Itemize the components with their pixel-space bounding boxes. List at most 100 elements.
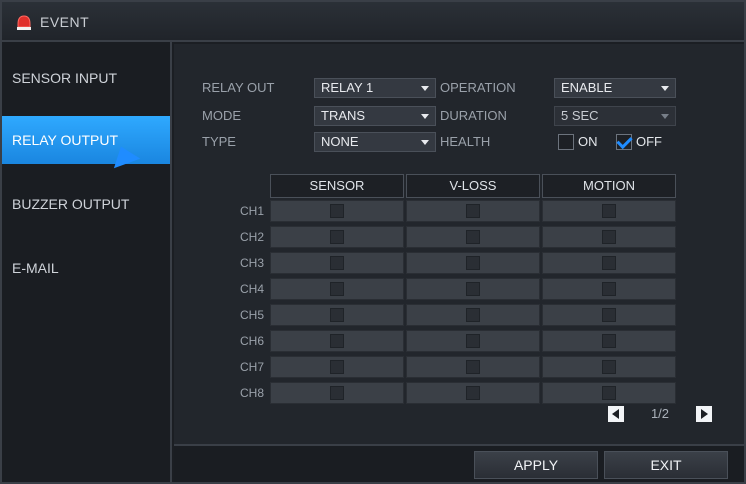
exit-button[interactable]: EXIT — [604, 451, 728, 479]
sidebar-item-relay-output[interactable]: RELAY OUTPUT — [2, 116, 170, 169]
checkbox[interactable] — [602, 360, 616, 374]
sidebar-item-label: RELAY OUTPUT — [12, 132, 119, 148]
checkbox[interactable] — [466, 256, 480, 270]
row-label-ch8: CH8 — [239, 386, 264, 400]
duration-value: 5 SEC — [561, 108, 599, 123]
row-label-ch7: CH7 — [239, 360, 264, 374]
checkbox[interactable] — [602, 334, 616, 348]
checkbox[interactable] — [602, 308, 616, 322]
cell-ch7-sensor[interactable] — [270, 356, 404, 378]
checkbox[interactable] — [466, 282, 480, 296]
operation-select[interactable]: ENABLE — [554, 78, 676, 98]
cell-ch7-motion[interactable] — [542, 356, 676, 378]
health-on-checkbox[interactable] — [558, 134, 574, 150]
cell-ch2-vloss[interactable] — [406, 226, 540, 248]
checkbox[interactable] — [466, 308, 480, 322]
duration-label: DURATION — [440, 108, 507, 123]
cell-ch6-vloss[interactable] — [406, 330, 540, 352]
cell-ch2-motion[interactable] — [542, 226, 676, 248]
apply-button[interactable]: APPLY — [474, 451, 598, 479]
relay-channel-table: SENSOR V-LOSS MOTION CH1 CH2 CH3 CH4 CH5… — [240, 174, 746, 410]
sidebar-item-label: SENSOR INPUT — [12, 70, 118, 86]
table-header-sensor: SENSOR — [270, 174, 404, 198]
checkbox[interactable] — [466, 334, 480, 348]
cell-ch7-vloss[interactable] — [406, 356, 540, 378]
pager-text: 1/2 — [650, 406, 670, 421]
type-select[interactable]: NONE — [314, 132, 436, 152]
table-header-motion: MOTION — [542, 174, 676, 198]
cell-ch8-vloss[interactable] — [406, 382, 540, 404]
cell-ch8-sensor[interactable] — [270, 382, 404, 404]
checkmark-icon — [616, 132, 633, 150]
sidebar-item-email[interactable]: E-MAIL — [2, 244, 170, 292]
pager-prev-button[interactable] — [608, 406, 624, 422]
chevron-down-icon — [421, 114, 429, 119]
health-off-label: OFF — [636, 134, 662, 149]
checkbox[interactable] — [602, 386, 616, 400]
cell-ch6-sensor[interactable] — [270, 330, 404, 352]
titlebar: EVENT — [2, 2, 744, 42]
cell-ch1-sensor[interactable] — [270, 200, 404, 222]
footer: APPLY EXIT — [174, 444, 744, 482]
pager-next-button[interactable] — [696, 406, 712, 422]
mode-select[interactable]: TRANS — [314, 106, 436, 126]
cell-ch1-vloss[interactable] — [406, 200, 540, 222]
operation-label: OPERATION — [440, 80, 516, 95]
cell-ch5-vloss[interactable] — [406, 304, 540, 326]
type-label: TYPE — [202, 134, 236, 149]
checkbox[interactable] — [466, 204, 480, 218]
sidebar-item-label: E-MAIL — [12, 260, 59, 276]
chevron-down-icon — [661, 86, 669, 91]
cell-ch8-motion[interactable] — [542, 382, 676, 404]
pager: 1/2 — [608, 406, 712, 426]
cell-ch6-motion[interactable] — [542, 330, 676, 352]
checkbox[interactable] — [330, 204, 344, 218]
alarm-siren-icon — [14, 12, 34, 32]
checkbox[interactable] — [602, 282, 616, 296]
cell-ch1-motion[interactable] — [542, 200, 676, 222]
health-off-checkbox[interactable] — [616, 132, 633, 150]
cell-ch4-vloss[interactable] — [406, 278, 540, 300]
cell-ch2-sensor[interactable] — [270, 226, 404, 248]
sidebar-item-label: BUZZER OUTPUT — [12, 196, 130, 212]
row-label-ch6: CH6 — [239, 334, 264, 348]
relay-out-value: RELAY 1 — [321, 80, 374, 95]
cell-ch5-motion[interactable] — [542, 304, 676, 326]
cell-ch3-sensor[interactable] — [270, 252, 404, 274]
checkbox[interactable] — [330, 308, 344, 322]
row-label-ch4: CH4 — [239, 282, 264, 296]
checkbox[interactable] — [602, 256, 616, 270]
checkbox[interactable] — [466, 230, 480, 244]
relay-out-select[interactable]: RELAY 1 — [314, 78, 436, 98]
cell-ch5-sensor[interactable] — [270, 304, 404, 326]
checkbox[interactable] — [330, 256, 344, 270]
sidebar-item-buzzer-output[interactable]: BUZZER OUTPUT — [2, 180, 170, 228]
chevron-down-icon — [421, 86, 429, 91]
checkbox[interactable] — [330, 360, 344, 374]
chevron-down-icon — [661, 114, 669, 119]
cell-ch3-vloss[interactable] — [406, 252, 540, 274]
checkbox[interactable] — [330, 386, 344, 400]
duration-select[interactable]: 5 SEC — [554, 106, 676, 126]
checkbox[interactable] — [330, 334, 344, 348]
checkbox[interactable] — [330, 282, 344, 296]
sidebar-item-sensor-input[interactable]: SENSOR INPUT — [2, 54, 170, 102]
checkbox[interactable] — [602, 230, 616, 244]
cell-ch4-motion[interactable] — [542, 278, 676, 300]
sidebar: SENSOR INPUT RELAY OUTPUT BUZZER OUTPUT … — [2, 42, 172, 482]
relay-out-label: RELAY OUT — [202, 80, 275, 95]
main-panel: RELAY OUT MODE TYPE RELAY 1 TRANS NONE O… — [174, 44, 744, 444]
checkbox[interactable] — [466, 360, 480, 374]
type-value: NONE — [321, 134, 359, 149]
mode-label: MODE — [202, 108, 241, 123]
cell-ch4-sensor[interactable] — [270, 278, 404, 300]
checkbox[interactable] — [466, 386, 480, 400]
cell-ch3-motion[interactable] — [542, 252, 676, 274]
checkbox[interactable] — [602, 204, 616, 218]
row-label-ch2: CH2 — [239, 230, 264, 244]
health-label: HEALTH — [440, 134, 491, 149]
chevron-down-icon — [421, 140, 429, 145]
table-header-vloss: V-LOSS — [406, 174, 540, 198]
triangle-right-icon — [701, 409, 708, 419]
checkbox[interactable] — [330, 230, 344, 244]
